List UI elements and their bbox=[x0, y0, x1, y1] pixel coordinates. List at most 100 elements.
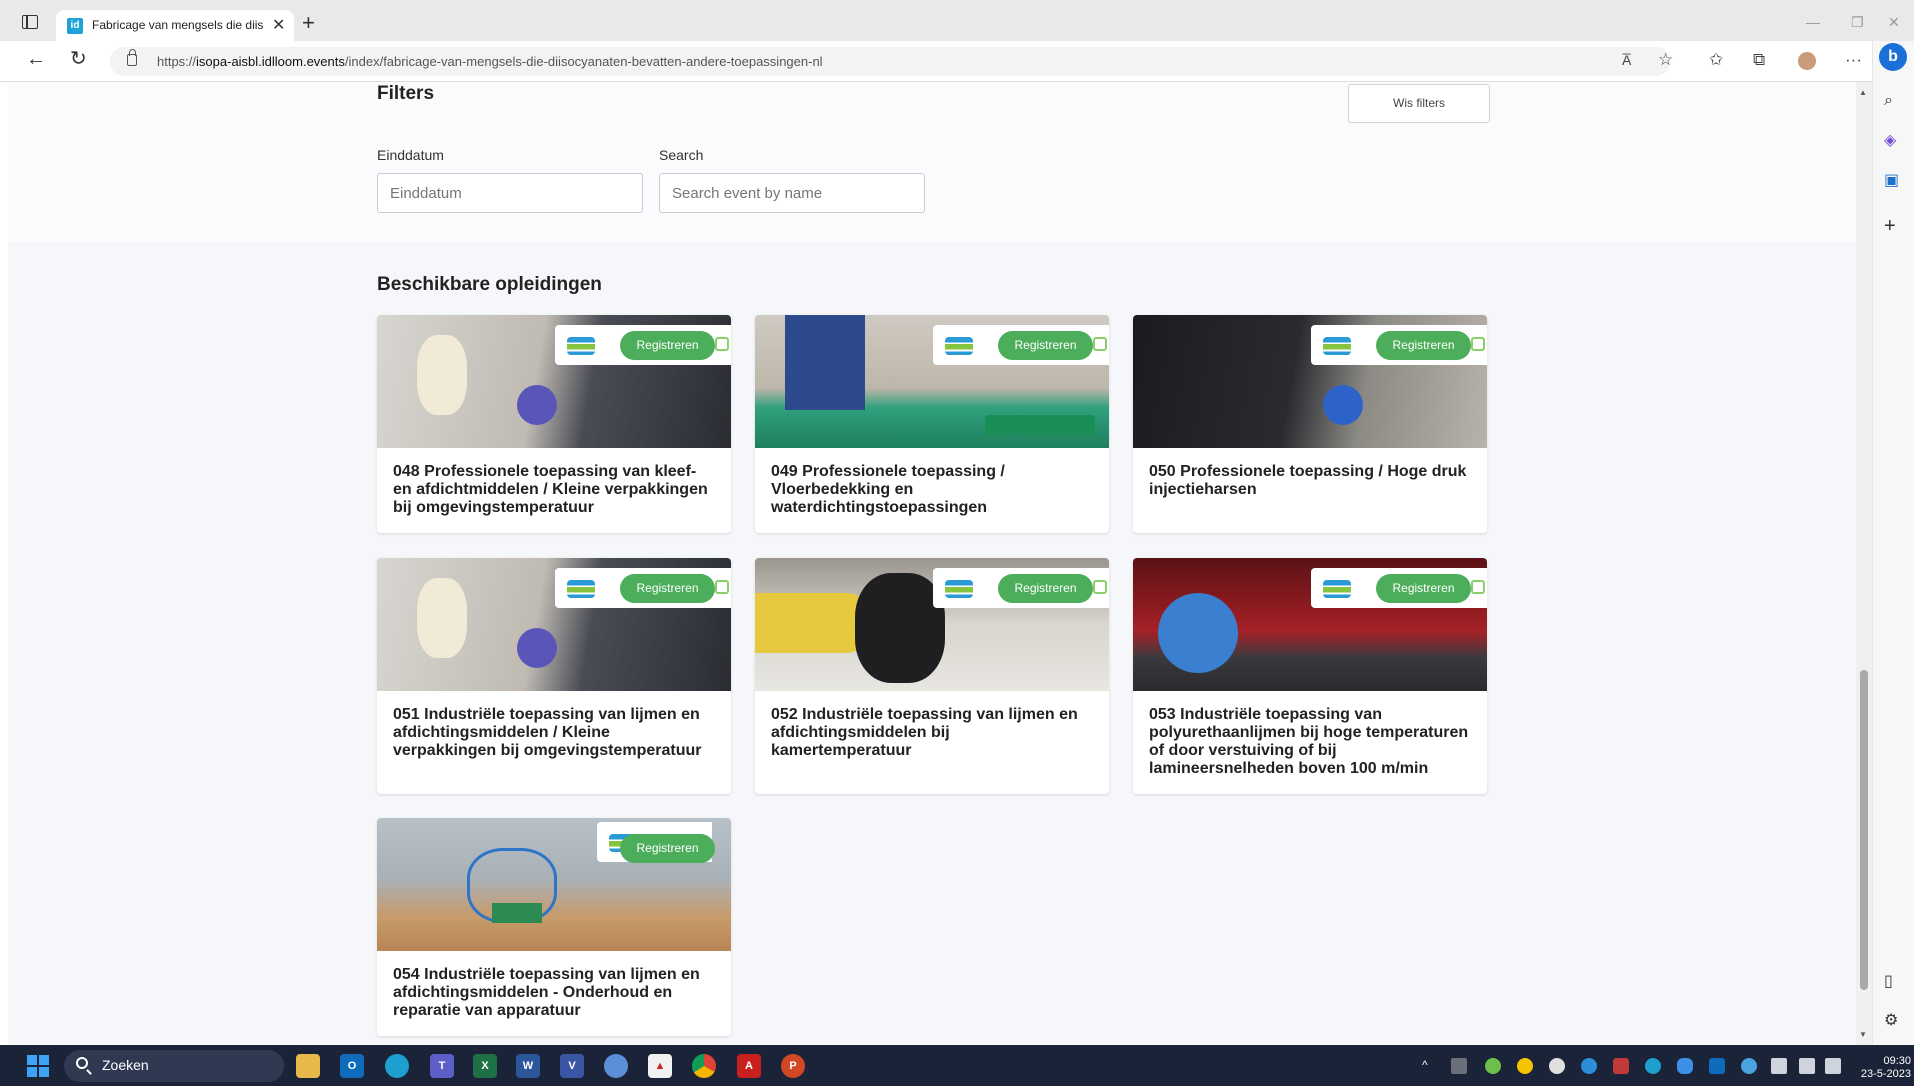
address-bar: ← ↻ https://isopa-aisbl.idlloom.events/i… bbox=[0, 41, 1914, 82]
browser-tab[interactable]: id Fabricage van mengsels die diisocyana… bbox=[56, 10, 294, 41]
add-sidebar-icon[interactable]: + bbox=[1884, 216, 1896, 236]
search-input[interactable] bbox=[659, 173, 925, 213]
course-card[interactable]: Registreren 049 Professionele toepassing… bbox=[755, 315, 1109, 533]
pdf-reader-icon[interactable]: ▲ bbox=[648, 1054, 672, 1078]
tray-chevron-icon[interactable]: ^ bbox=[1422, 1058, 1438, 1074]
register-button[interactable]: Registreren bbox=[620, 574, 715, 603]
end-date-label: Einddatum bbox=[377, 147, 444, 163]
search-icon[interactable]: ⌕ bbox=[1884, 93, 1893, 109]
clock-time: 09:30 bbox=[1883, 1055, 1911, 1067]
tray-app-5-icon[interactable] bbox=[1517, 1058, 1533, 1074]
clear-filters-button[interactable]: Wis filters bbox=[1348, 84, 1490, 123]
scroll-up-arrow-icon[interactable]: ▲ bbox=[1859, 88, 1867, 97]
page-left-edge bbox=[0, 82, 8, 1045]
windows-taskbar: Zoeken O T X W V ▲ A P ^ 09:30 23-5-2023 bbox=[0, 1045, 1914, 1086]
card-title[interactable]: 048 Professionele toepassing van kleef- … bbox=[377, 448, 731, 533]
bing-icon[interactable]: b bbox=[1879, 43, 1907, 71]
settings-icon[interactable]: ⚙ bbox=[1884, 1013, 1898, 1029]
register-button[interactable]: Registreren bbox=[1376, 574, 1471, 603]
course-card[interactable]: Registreren 050 Professionele toepassing… bbox=[1133, 315, 1487, 533]
register-button[interactable]: Registreren bbox=[1376, 331, 1471, 360]
outlook-icon[interactable]: O bbox=[340, 1054, 364, 1078]
excel-icon[interactable]: X bbox=[473, 1054, 497, 1078]
battery-icon[interactable] bbox=[1825, 1058, 1841, 1074]
collections-icon[interactable]: ⧉ bbox=[1753, 51, 1765, 68]
window-close-icon[interactable]: ✕ bbox=[1888, 14, 1900, 31]
teams-icon[interactable]: T bbox=[430, 1054, 454, 1078]
taskbar-search[interactable]: Zoeken bbox=[64, 1050, 284, 1082]
restore-icon[interactable]: ❐ bbox=[1851, 14, 1864, 31]
circuit-board bbox=[492, 903, 542, 923]
register-button[interactable]: Registreren bbox=[998, 331, 1093, 360]
sealant-bead bbox=[417, 578, 467, 658]
back-icon[interactable]: ← bbox=[26, 49, 46, 69]
vertical-scrollbar[interactable]: ▲ ▼ bbox=[1856, 82, 1872, 1045]
url-field[interactable]: https://isopa-aisbl.idlloom.events/index… bbox=[110, 47, 1670, 76]
end-date-input[interactable] bbox=[377, 173, 643, 213]
card-title[interactable]: 054 Industriële toepassing van lijmen en… bbox=[377, 951, 731, 1036]
chrome-icon[interactable] bbox=[692, 1054, 716, 1078]
visio-icon[interactable]: V bbox=[560, 1054, 584, 1078]
word-icon[interactable]: W bbox=[516, 1054, 540, 1078]
tab-actions-icon[interactable] bbox=[22, 15, 38, 29]
cartridge-nozzle bbox=[855, 573, 945, 683]
more-icon[interactable]: ··· bbox=[1845, 51, 1862, 68]
profile-avatar[interactable] bbox=[1798, 52, 1816, 70]
favorites-icon[interactable]: ✩ bbox=[1709, 51, 1723, 68]
refresh-icon[interactable]: ↻ bbox=[70, 49, 87, 69]
card-image: Registreren bbox=[755, 315, 1109, 448]
usb-icon[interactable] bbox=[1451, 1058, 1467, 1074]
card-image: Registreren bbox=[1133, 558, 1487, 691]
close-tab-icon[interactable]: ✕ bbox=[272, 15, 285, 35]
sidebar-toggle-icon[interactable]: ▯ bbox=[1884, 974, 1893, 990]
minimize-icon[interactable]: — bbox=[1806, 14, 1820, 30]
card-title[interactable]: 051 Industriële toepassing van lijmen en… bbox=[377, 691, 731, 776]
register-button[interactable]: Registreren bbox=[998, 574, 1093, 603]
file-explorer-icon[interactable] bbox=[296, 1054, 320, 1078]
search-icon bbox=[76, 1057, 88, 1069]
taskbar-clock[interactable]: 09:30 23-5-2023 bbox=[1845, 1055, 1911, 1081]
section-title: Beschikbare opleidingen bbox=[377, 274, 602, 295]
status-app-icon[interactable] bbox=[1485, 1058, 1501, 1074]
course-card[interactable]: Registreren 051 Industriële toepassing v… bbox=[377, 558, 731, 794]
tray-outlook-icon[interactable] bbox=[1709, 1058, 1725, 1074]
edge-sidebar: b ⌕ ◈ ▣ + ▯ ⚙ bbox=[1872, 41, 1914, 1045]
floor-coating bbox=[985, 415, 1095, 435]
card-image: Registreren bbox=[377, 315, 731, 448]
tab-title: Fabricage van mengsels die diisocyanaten… bbox=[92, 18, 264, 32]
office-icon[interactable]: ◈ bbox=[1884, 133, 1896, 149]
gloved-hand bbox=[1323, 385, 1363, 425]
add-favorite-icon[interactable]: ☆ bbox=[1658, 51, 1673, 68]
card-title[interactable]: 050 Professionele toepassing / Hoge druk… bbox=[1133, 448, 1487, 515]
new-tab-icon[interactable]: + bbox=[302, 12, 315, 34]
card-title[interactable]: 052 Industriële toepassing van lijmen en… bbox=[755, 691, 1109, 776]
outlook-icon[interactable]: ▣ bbox=[1884, 173, 1899, 189]
register-button[interactable]: Registreren bbox=[620, 331, 715, 360]
read-aloud-icon[interactable]: A̅ bbox=[1622, 53, 1631, 67]
course-card[interactable]: Registreren 052 Industriële toepassing v… bbox=[755, 558, 1109, 794]
course-card[interactable]: Registreren 053 Industriële toepassing v… bbox=[1133, 558, 1487, 794]
volume-icon[interactable] bbox=[1799, 1058, 1815, 1074]
edge-icon[interactable] bbox=[385, 1054, 409, 1078]
network-icon[interactable] bbox=[1771, 1058, 1787, 1074]
browser-tab-bar: id Fabricage van mengsels die diisocyana… bbox=[0, 0, 1914, 41]
powerpoint-icon[interactable]: P bbox=[781, 1054, 805, 1078]
tray-security-icon[interactable] bbox=[1613, 1058, 1629, 1074]
scroll-thumb[interactable] bbox=[1860, 670, 1868, 990]
tray-globe-icon[interactable] bbox=[1741, 1058, 1757, 1074]
acrobat-icon[interactable]: A bbox=[737, 1054, 761, 1078]
taskbar-search-text: Zoeken bbox=[102, 1057, 149, 1073]
card-title[interactable]: 053 Industriële toepassing van polyureth… bbox=[1133, 691, 1487, 794]
scroll-down-arrow-icon[interactable]: ▼ bbox=[1859, 1030, 1867, 1039]
course-card[interactable]: Registreren 054 Industriële toepassing v… bbox=[377, 818, 731, 1036]
network-app-icon[interactable] bbox=[604, 1054, 628, 1078]
card-image: Registreren bbox=[377, 818, 731, 951]
course-card[interactable]: Registreren 048 Professionele toepassing… bbox=[377, 315, 731, 533]
tray-app-icon[interactable] bbox=[1645, 1058, 1661, 1074]
card-title[interactable]: 049 Professionele toepassing / Vloerbede… bbox=[755, 448, 1109, 533]
register-button[interactable]: Registreren bbox=[620, 834, 715, 863]
onedrive-icon[interactable] bbox=[1677, 1058, 1693, 1074]
windows-start-icon[interactable] bbox=[27, 1055, 49, 1077]
tray-w-icon[interactable] bbox=[1549, 1058, 1565, 1074]
tray-shield-icon[interactable] bbox=[1581, 1058, 1597, 1074]
